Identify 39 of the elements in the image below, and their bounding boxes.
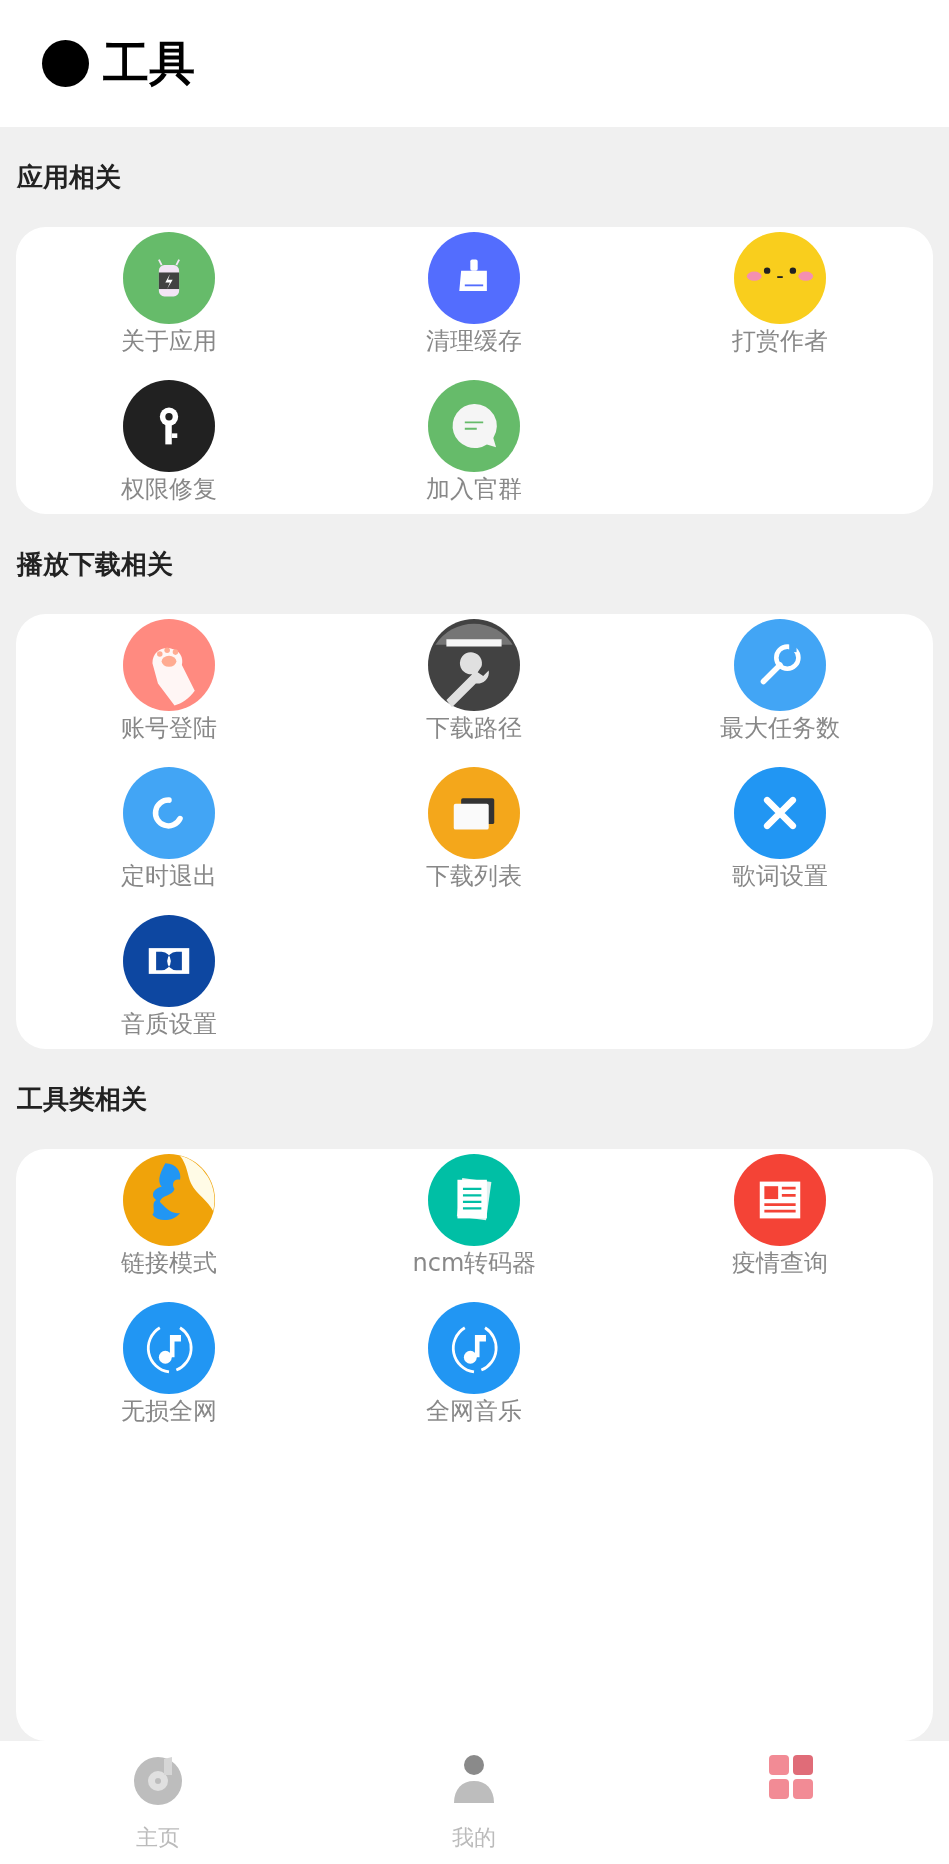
paw-icon [122,619,215,711]
tool-button[interactable]: 最大任务数 [720,619,841,745]
broom-icon [428,232,521,324]
cards-icon [428,767,521,859]
tool-button[interactable]: ncm转码器 [412,1154,537,1280]
nav-tab[interactable]: 我的 [414,1741,535,1864]
section-title: 应用相关 [17,160,121,194]
tool-button[interactable]: 全网音乐 [426,1302,523,1428]
tool-button[interactable]: 权限修复 [120,380,217,506]
tool-button[interactable]: 无损全网 [120,1302,217,1428]
wrench-icon [734,619,827,711]
section-title: 播放下载相关 [17,547,173,581]
key-icon [122,380,215,472]
tool-button[interactable]: 音质设置 [120,915,217,1041]
face-icon [734,232,827,324]
chat-bubble-icon [428,380,521,472]
tool-button[interactable]: 链接模式 [120,1154,217,1280]
circle-arc-icon [122,767,215,859]
tool-button[interactable]: 下载路径 [426,619,523,745]
tool-button[interactable]: 关于应用 [120,232,217,358]
dot-icon [42,40,89,87]
tool-button[interactable]: 清理缓存 [426,232,523,358]
newspaper-icon [734,1154,827,1246]
section-title: 工具类相关 [17,1082,147,1116]
tool-button[interactable]: 定时退出 [120,767,217,893]
music-note-icon [428,1302,521,1394]
tool-button[interactable]: 下载列表 [426,767,523,893]
tool-button[interactable]: 打赏作者 [732,232,829,358]
double-d-icon [122,915,215,1007]
nav-tab[interactable]: 主页 [98,1741,219,1864]
tool-button[interactable]: 加入官群 [426,380,523,506]
bottle-icon [122,232,215,324]
tool-button[interactable]: 歌词设置 [732,767,829,893]
tool-button[interactable]: 疫情查询 [732,1154,829,1280]
page-title: 工具 [103,34,195,92]
folder-wrench-icon [428,619,521,711]
music-note-icon [122,1302,215,1394]
document-icon [428,1154,521,1246]
tool-button[interactable]: 账号登陆 [120,619,217,745]
